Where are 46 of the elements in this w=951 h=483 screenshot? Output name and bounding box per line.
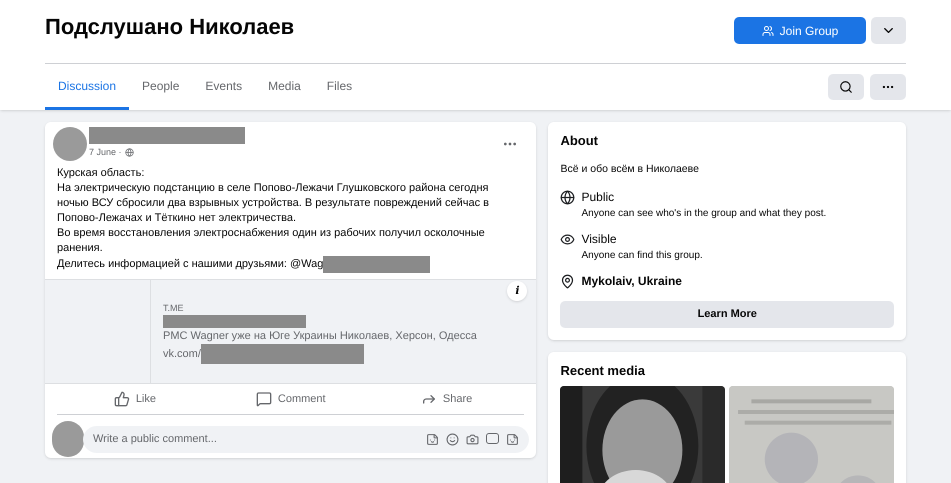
search-icon bbox=[839, 80, 853, 94]
post-text: На электрическую подстанцию в селе Попово-Лежачи Глушковского района сегодня ночью ВСУ сбросили два взрывных устройства. В результате повреждений сейчас в Попово-Лежачах и Тёткино нет электричества. bbox=[57, 181, 490, 226]
avatar-sticker-icon[interactable] bbox=[426, 432, 440, 446]
globe-icon bbox=[560, 190, 576, 205]
camera-icon[interactable] bbox=[466, 432, 480, 446]
post-action-button[interactable]: Comment bbox=[212, 384, 369, 414]
about-item-text: Anyone can see who's in the group and what they post. bbox=[581, 206, 826, 221]
search-button[interactable] bbox=[828, 74, 864, 100]
link-preview[interactable]: T.ME PMC Wagner уже на Юге Украины Николаев, Херсон, Одесса vk.com/ i bbox=[45, 279, 536, 384]
thumbs-up-icon bbox=[114, 391, 130, 407]
location-pin-icon bbox=[560, 274, 576, 289]
link-description: PMC Wagner уже на Юге Украины Николаев, Херсон, Одесса bbox=[163, 329, 477, 344]
comment-input[interactable]: Write a public comment... bbox=[93, 430, 426, 448]
join-group-button[interactable]: Join Group bbox=[734, 17, 866, 44]
group-title: Подслушано Николаев bbox=[45, 15, 294, 39]
post-date[interactable]: 7 June · bbox=[89, 146, 122, 160]
eye-icon bbox=[560, 232, 576, 247]
tab[interactable]: Media bbox=[255, 64, 314, 110]
tab[interactable]: People bbox=[129, 64, 192, 110]
learn-more-button[interactable]: Learn More bbox=[560, 300, 894, 328]
people-icon bbox=[762, 24, 774, 36]
post-text: Курская область: bbox=[57, 166, 146, 181]
post-action-button[interactable]: Like bbox=[57, 384, 213, 414]
about-item-text: Anyone can find this group. bbox=[581, 248, 703, 263]
about-item-title: Visible bbox=[581, 230, 618, 248]
group-description: Всё и обо всём в Николаеве bbox=[560, 162, 700, 177]
post-text: Делитесь информацией с нашими друзьями: @Wag bbox=[57, 257, 324, 272]
recent-media-title: Recent media bbox=[560, 362, 646, 380]
about-title: About bbox=[560, 133, 600, 149]
tab[interactable]: Files bbox=[314, 64, 366, 110]
about-item-title: Mykolaiv, Ukraine bbox=[581, 272, 682, 290]
globe-icon bbox=[124, 148, 134, 158]
link-domain: T.ME bbox=[163, 303, 185, 314]
comment-field[interactable]: Write a public comment... bbox=[83, 426, 530, 452]
avatar bbox=[52, 421, 84, 457]
speech-bubble-icon bbox=[256, 391, 272, 407]
about-item-title: Public bbox=[581, 188, 616, 206]
tab[interactable]: Events bbox=[192, 64, 256, 110]
sticker-icon[interactable] bbox=[506, 432, 520, 446]
post-action-button[interactable]: Share bbox=[368, 384, 524, 414]
avatar bbox=[53, 127, 87, 161]
tab[interactable]: Discussion bbox=[45, 64, 130, 110]
link-url: vk.com/ bbox=[163, 346, 201, 362]
info-button[interactable]: i bbox=[507, 281, 528, 301]
emoji-icon[interactable] bbox=[446, 432, 460, 446]
post-text: Во время восстановления электроснабжения один из рабочих получил осколочные ранения. bbox=[57, 226, 486, 256]
